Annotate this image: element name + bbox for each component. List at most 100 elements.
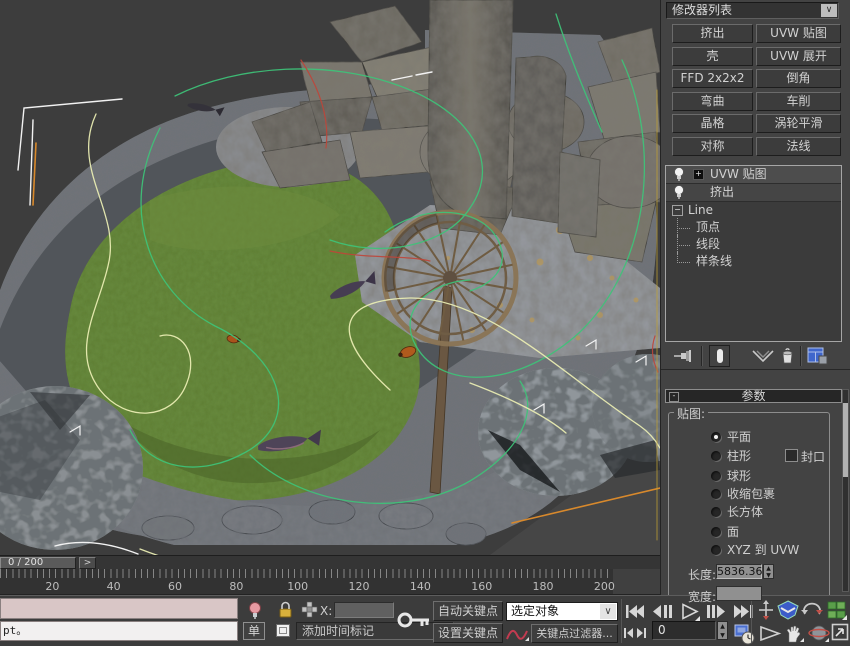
modifier-button[interactable]: FFD 2x2x2 — [672, 69, 753, 88]
radio-button-icon[interactable] — [711, 489, 721, 499]
parameters-rollout-header[interactable]: - 参数 — [665, 389, 842, 403]
x-coordinate-label: X: — [320, 604, 332, 618]
track-bar[interactable]: 20406080100120140160180200 — [0, 569, 660, 595]
cap-label: 封口 — [801, 448, 825, 465]
stack-item[interactable]: 样条线 — [666, 253, 841, 270]
maxscript-macro-line[interactable] — [0, 598, 238, 619]
radio-button-icon[interactable] — [711, 471, 721, 481]
orbit-icon[interactable] — [801, 600, 823, 620]
pan-hand-icon[interactable] — [784, 623, 804, 643]
grid-window-icon[interactable] — [275, 623, 292, 639]
modifier-button[interactable]: 倒角 — [756, 69, 841, 88]
modifier-button[interactable]: UVW 展开 — [756, 47, 841, 66]
make-unique-icon[interactable] — [751, 349, 775, 364]
mapping-option[interactable]: 平面 — [665, 430, 842, 445]
scrollbar-thumb[interactable] — [843, 403, 848, 477]
absolute-mode-icon[interactable] — [301, 601, 318, 618]
radio-button-icon[interactable] — [711, 432, 721, 442]
modifier-stack[interactable]: +UVW 贴图挤出 −Line顶点线段样条线 — [665, 165, 842, 342]
remove-modifier-icon[interactable] — [779, 347, 796, 365]
selection-lock-icon[interactable] — [277, 601, 293, 619]
mapping-option[interactable]: 收缩包裹 — [665, 487, 842, 502]
expand-plus-icon[interactable]: + — [693, 169, 704, 180]
mapping-option[interactable]: XYZ 到 UVW — [665, 543, 842, 558]
modifier-button[interactable]: 壳 — [672, 47, 753, 66]
viewport-3d[interactable] — [0, 0, 660, 555]
modifier-list-dropdown[interactable]: 修改器列表 ∨ — [666, 2, 839, 19]
stack-item[interactable]: +UVW 贴图 — [666, 166, 841, 184]
mapping-option[interactable]: 面 — [665, 525, 842, 540]
bulb-icon[interactable] — [673, 167, 685, 181]
mapping-option[interactable]: 球形 — [665, 469, 842, 484]
cap-checkbox[interactable] — [785, 449, 798, 462]
time-slider-track[interactable]: 0 / 200 > — [0, 555, 660, 569]
key-filters-button[interactable]: 关键点过滤器... — [531, 624, 618, 643]
auto-key-button[interactable]: 自动关键点 — [433, 601, 503, 621]
default-tangent-curve-icon[interactable] — [505, 626, 530, 643]
mapping-group-label: 贴图: — [674, 405, 708, 422]
configure-modifier-sets-icon[interactable] — [807, 346, 828, 366]
maxscript-listener-line[interactable]: pt。 — [0, 621, 238, 641]
modifier-button[interactable]: 弯曲 — [672, 92, 753, 111]
time-slider-handle[interactable]: 0 / 200 — [0, 557, 76, 569]
radio-button-icon[interactable] — [711, 507, 721, 517]
stack-item[interactable]: −Line — [666, 202, 841, 219]
isolate-lightbulb-icon[interactable] — [247, 601, 264, 620]
show-end-result-icon[interactable] — [709, 345, 730, 367]
next-frame-button[interactable] — [705, 602, 728, 622]
length-spinner[interactable]: ▲ ▼ — [763, 564, 774, 579]
orbit-subobject-icon[interactable] — [808, 623, 830, 643]
go-to-start-button[interactable] — [624, 602, 646, 622]
key-mode-toggle-button[interactable] — [623, 626, 648, 641]
collapse-icon[interactable]: - — [669, 392, 679, 402]
spinner-down-icon[interactable]: ▼ — [764, 572, 773, 579]
radio-button-icon[interactable] — [711, 527, 721, 537]
frame-number-field[interactable]: 0 — [652, 621, 716, 640]
spinner-up-icon[interactable]: ▲ — [764, 565, 773, 572]
ruler-tick-label: 180 — [533, 580, 554, 593]
stack-item-label: 挤出 — [710, 184, 734, 200]
chevron-down-icon[interactable]: ∨ — [600, 604, 616, 619]
zoom-icon[interactable] — [756, 600, 776, 620]
stack-item-label: 线段 — [696, 236, 720, 252]
set-keys-key-icon[interactable] — [396, 604, 432, 636]
spinner-up-icon[interactable]: ▲ — [718, 622, 727, 631]
modifier-button[interactable]: 晶格 — [672, 114, 753, 133]
previous-frame-button[interactable] — [651, 602, 674, 622]
x-coordinate-input[interactable] — [334, 602, 394, 618]
zoom-extents-all-icon[interactable] — [826, 599, 847, 620]
panel-scrollbar[interactable] — [842, 389, 849, 592]
length-field[interactable]: 5836.36 — [716, 564, 762, 579]
bulb-icon[interactable] — [673, 185, 685, 199]
play-button[interactable] — [679, 602, 702, 622]
set-key-button[interactable]: 设置关键点 — [433, 623, 503, 643]
pin-stack-icon[interactable] — [673, 348, 697, 364]
field-of-view-icon[interactable] — [758, 624, 782, 643]
zoom-extents-icon[interactable] — [777, 600, 799, 620]
width-field[interactable] — [716, 586, 762, 601]
stack-item[interactable]: 顶点 — [666, 219, 841, 236]
status-bar: pt。 单 X: 添加时间标记 自动关键点 — [0, 595, 850, 646]
mapping-option-label: 平面 — [727, 430, 751, 445]
selection-set-dropdown[interactable]: 选定对象 ∨ — [506, 602, 618, 621]
modifier-button[interactable]: 对称 — [672, 137, 753, 156]
next-frame-arrow-button[interactable]: > — [79, 557, 96, 569]
radio-button-icon[interactable] — [711, 451, 721, 461]
maximize-viewport-icon[interactable] — [831, 623, 850, 642]
collapse-minus-icon[interactable]: − — [672, 205, 683, 216]
modifier-button[interactable]: UVW 贴图 — [756, 24, 841, 43]
modifier-button[interactable]: 挤出 — [672, 24, 753, 43]
spinner-down-icon[interactable]: ▼ — [718, 631, 727, 640]
ruler-tick-label: 140 — [410, 580, 431, 593]
stack-item[interactable]: 挤出 — [666, 184, 841, 202]
modifier-button[interactable]: 车削 — [756, 92, 841, 111]
stack-item-label: 顶点 — [696, 219, 720, 235]
modifier-buttons-grid: 挤出UVW 贴图壳UVW 展开FFD 2x2x2倒角弯曲车削晶格涡轮平滑对称法线 — [672, 24, 842, 156]
mapping-option[interactable]: 长方体 — [665, 505, 842, 520]
modifier-button[interactable]: 法线 — [756, 137, 841, 156]
stack-item[interactable]: 线段 — [666, 236, 841, 253]
modifier-button[interactable]: 涡轮平滑 — [756, 114, 841, 133]
chevron-down-icon[interactable]: ∨ — [821, 4, 837, 17]
frame-number-spinner[interactable]: ▲ ▼ — [717, 621, 728, 640]
radio-button-icon[interactable] — [711, 545, 721, 555]
